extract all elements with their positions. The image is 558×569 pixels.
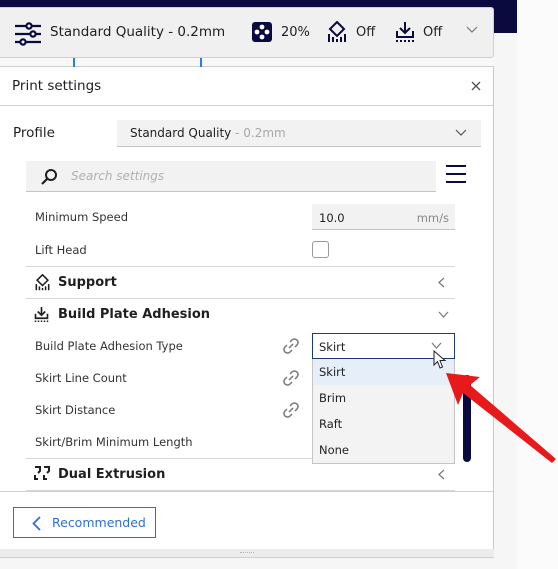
section-adhesion-label: Build Plate Adhesion: [58, 307, 211, 322]
link-icon[interactable]: [282, 401, 300, 419]
support-summary[interactable]: Off: [326, 21, 375, 43]
support-value: Off: [356, 24, 376, 40]
profile-label: Profile: [13, 125, 55, 141]
minimum-speed-value: 10.0: [319, 211, 345, 225]
adhesion-icon: [34, 307, 49, 322]
support-icon: [328, 21, 346, 42]
panel-resize-handle[interactable]: [0, 549, 494, 558]
adhesion-icon: [396, 22, 414, 42]
tab-divider: [73, 58, 75, 67]
profile-select-name: Standard Quality: [130, 126, 232, 140]
panel-header: Print settings: [0, 67, 493, 106]
support-icon: [35, 274, 50, 291]
infill-value: 20%: [281, 24, 310, 40]
infill-summary[interactable]: 20%: [251, 21, 310, 43]
setting-label-skirt-line-count: Skirt Line Count: [35, 371, 127, 385]
search-icon: [41, 169, 57, 185]
cura-window: Standard Quality - 0.2mm 20% Off Off Pri…: [0, 0, 558, 569]
adhesion-value: Off: [423, 24, 443, 40]
chevron-left-icon: [32, 516, 41, 531]
recommended-button[interactable]: Recommended: [13, 507, 156, 538]
viewport-background: [517, 0, 558, 569]
tab-divider: [200, 58, 202, 67]
setting-label-adhesion-type: Build Plate Adhesion Type: [35, 339, 183, 353]
minimum-speed-unit: mm/s: [416, 211, 449, 225]
adhesion-type-selected: Skirt: [319, 340, 346, 354]
adhesion-summary[interactable]: Off: [395, 21, 442, 43]
chevron-down-icon: [431, 342, 442, 349]
minimum-speed-input[interactable]: 10.0 mm/s: [312, 204, 455, 230]
profile-select-suffix: - 0.2mm: [231, 126, 286, 140]
link-icon[interactable]: [282, 337, 300, 355]
footer-divider: [0, 491, 493, 492]
recommended-label: Recommended: [52, 515, 146, 530]
profile-select[interactable]: Standard Quality - 0.2mm: [117, 120, 481, 147]
chevron-down-icon: [455, 129, 467, 136]
chevron-left-icon: [438, 277, 445, 288]
panel-title: Print settings: [12, 78, 102, 94]
close-icon[interactable]: [469, 79, 483, 93]
settings-sliders-icon: [15, 22, 41, 46]
search-settings-input[interactable]: Search settings: [26, 161, 436, 192]
setting-label-lift-head: Lift Head: [35, 243, 87, 257]
profile-name: Standard Quality - 0.2mm: [50, 24, 226, 40]
hamburger-menu-icon[interactable]: [445, 163, 467, 185]
tab-strip: [0, 58, 494, 67]
chevron-left-icon: [438, 469, 445, 480]
lift-head-checkbox[interactable]: [312, 241, 329, 258]
annotation-arrow-icon: [446, 373, 556, 463]
setting-label-skirt-distance: Skirt Distance: [35, 403, 116, 417]
setting-label-minimum-speed: Minimum Speed: [35, 210, 128, 224]
dual-extrusion-icon: [34, 466, 50, 480]
search-placeholder: Search settings: [71, 169, 165, 183]
section-dual-extrusion-label: Dual Extrusion: [58, 467, 166, 482]
section-support[interactable]: Support: [26, 267, 455, 297]
link-icon[interactable]: [282, 369, 300, 387]
print-settings-panel: Print settings Profile Standard Quality …: [0, 67, 494, 558]
print-setup-summary-bar[interactable]: Standard Quality - 0.2mm 20% Off Off: [0, 7, 494, 58]
section-build-plate-adhesion[interactable]: Build Plate Adhesion: [26, 299, 455, 329]
chevron-down-icon[interactable]: [466, 26, 478, 34]
section-support-label: Support: [58, 275, 117, 290]
resize-grip-icon: [240, 552, 254, 553]
infill-icon: [252, 22, 272, 42]
setting-label-skirt-brim-min-length: Skirt/Brim Minimum Length: [35, 435, 193, 449]
chevron-down-icon: [438, 311, 449, 318]
